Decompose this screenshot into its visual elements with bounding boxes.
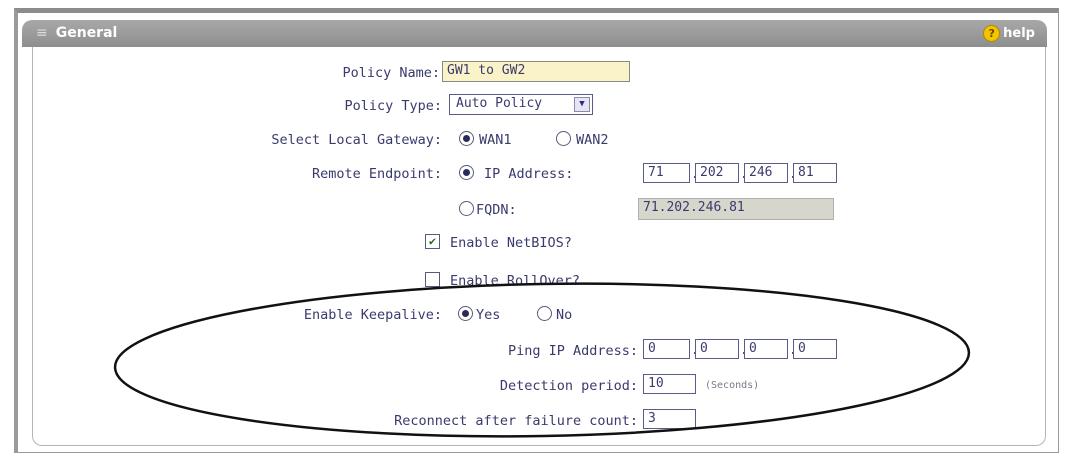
annotation-oval	[113, 282, 971, 438]
